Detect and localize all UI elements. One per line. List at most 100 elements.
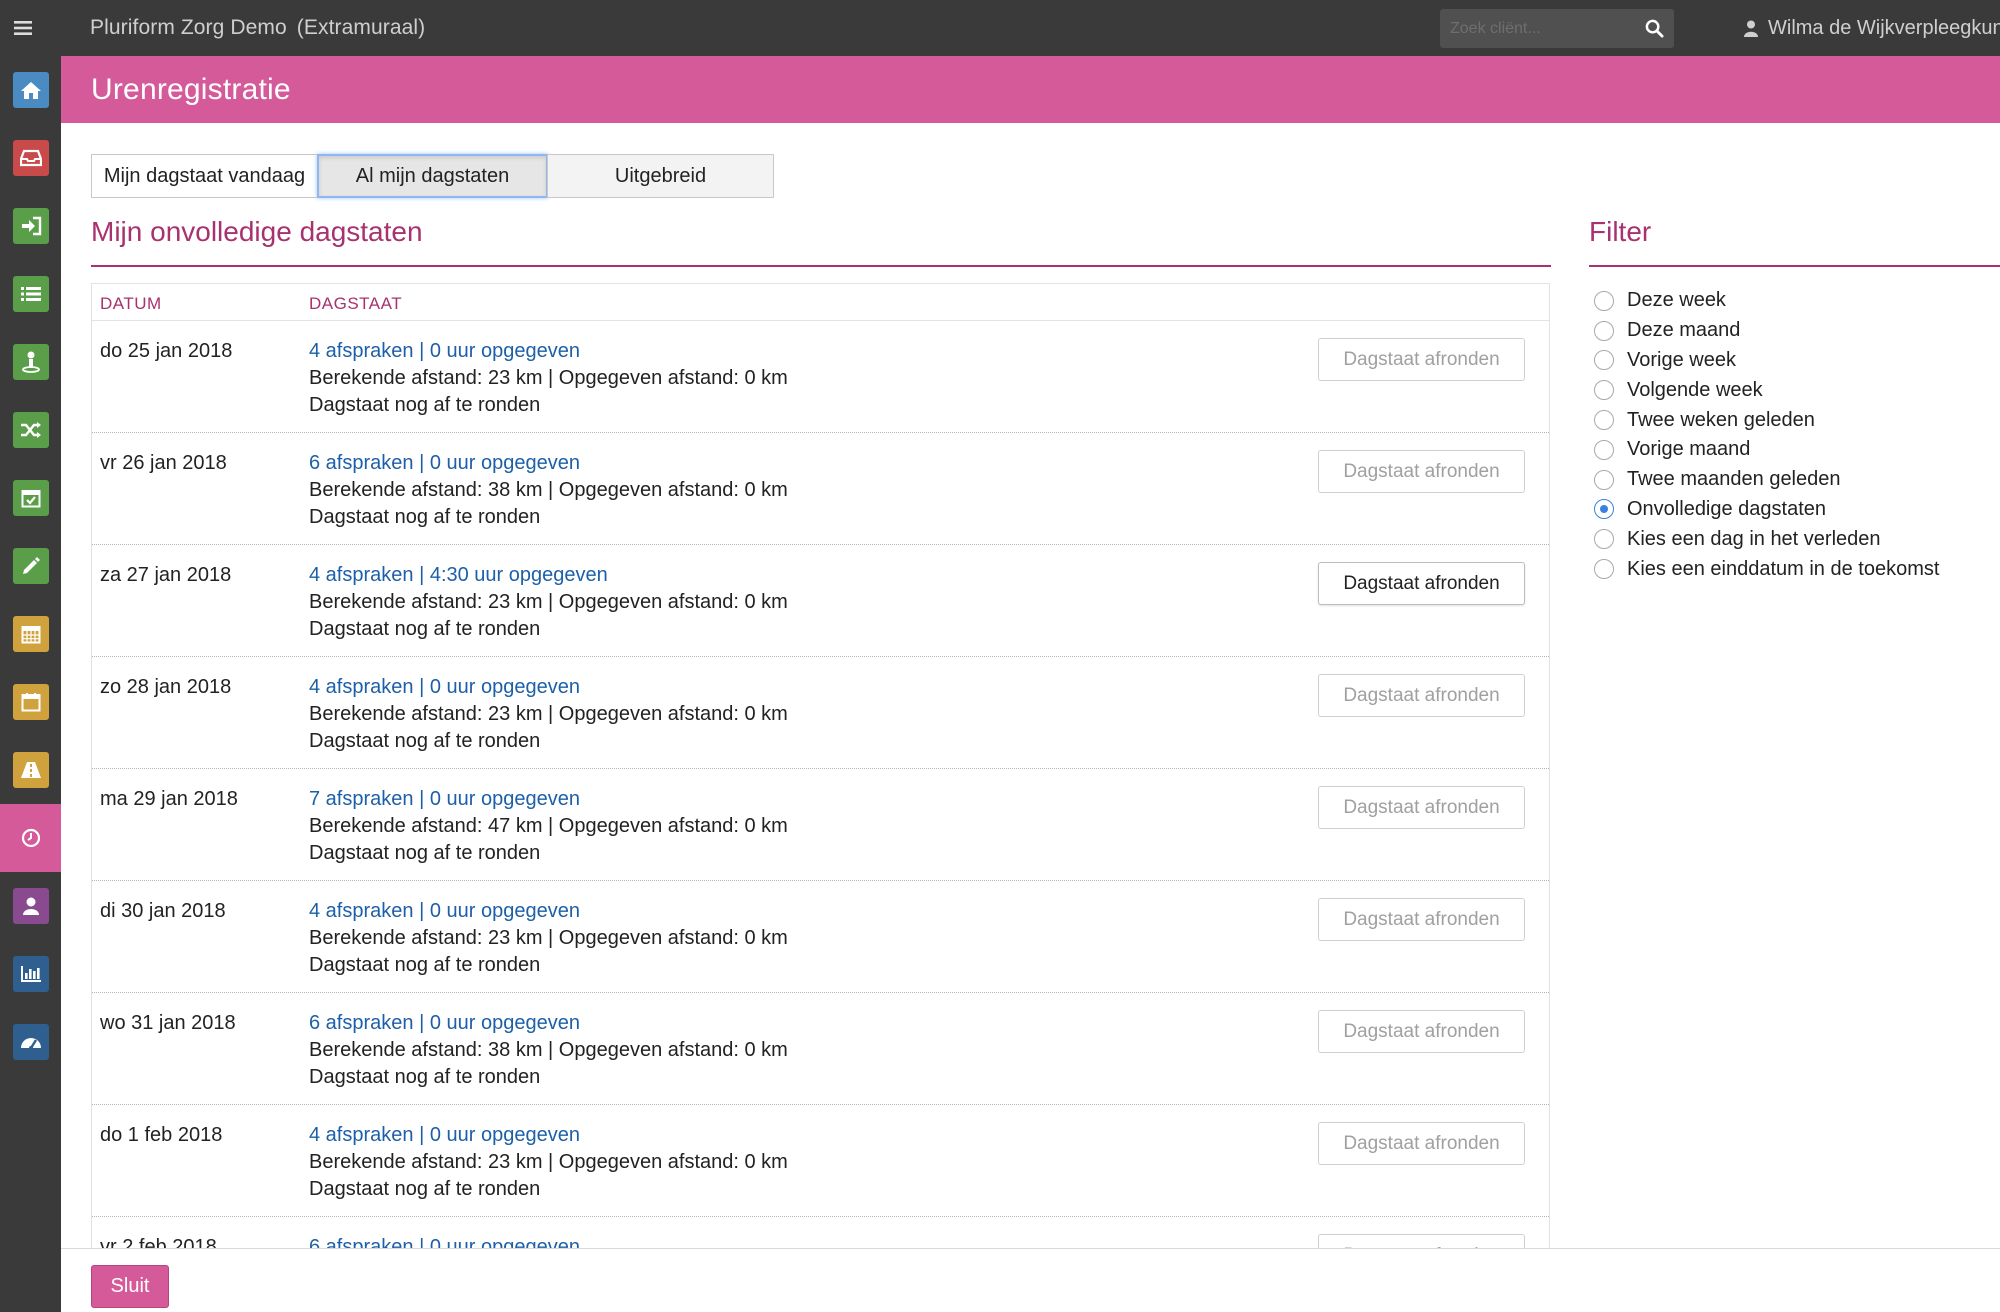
app-name: Pluriform Zorg Demo <box>90 16 287 39</box>
dagstaat-afronden-button[interactable]: Dagstaat afronden <box>1318 1010 1525 1053</box>
page-header: Urenregistratie <box>61 56 2000 123</box>
dagstaten-table: DATUM DAGSTAAT do 25 jan 2018 4 afspraken… <box>91 283 1550 1250</box>
filter-options: Deze week Deze maand Vorige week Volgende w… <box>1594 286 1939 584</box>
column-header-datum: DATUM <box>100 294 162 313</box>
filter-option-label: Vorige maand <box>1627 438 1751 461</box>
filter-title: Filter <box>1589 216 1652 247</box>
sidebar-item-route[interactable] <box>0 736 61 804</box>
row-status: Dagstaat nog af te ronden <box>309 506 541 528</box>
sidebar-item-list[interactable] <box>0 260 61 328</box>
sidebar-item-edit[interactable] <box>0 532 61 600</box>
radio-button[interactable] <box>1594 559 1614 580</box>
row-summary-link[interactable]: 4 afspraken | 0 uur opgegeven <box>309 676 580 699</box>
user-menu[interactable]: Wilma de Wijkverpleegkundige <box>1744 0 2000 56</box>
filter-option[interactable]: Deze week <box>1594 286 1939 316</box>
row-date: wo 31 jan 2018 <box>100 1012 236 1034</box>
dagstaat-afronden-button[interactable]: Dagstaat afronden <box>1318 562 1525 605</box>
person-pin-icon <box>12 344 49 380</box>
filter-option[interactable]: Volgende week <box>1594 375 1939 405</box>
radio-button[interactable] <box>1594 290 1614 311</box>
home-icon <box>12 72 49 108</box>
dagstaat-afronden-button[interactable]: Dagstaat afronden <box>1318 898 1525 941</box>
filter-option[interactable]: Vorige maand <box>1594 435 1939 465</box>
hamburger-menu-button[interactable] <box>0 0 46 56</box>
view-tabs: Mijn dagstaat vandaag Al mijn dagstaten … <box>91 154 774 198</box>
sidebar-item-sign-in[interactable] <box>0 192 61 260</box>
dagstaat-afronden-button[interactable]: Dagstaat afronden <box>1318 674 1525 717</box>
row-distance: Berekende afstand: 38 km | Opgegeven afs… <box>309 479 788 501</box>
sidebar-item-tasks[interactable] <box>0 464 61 532</box>
sidebar-item-location[interactable] <box>0 328 61 396</box>
search-icon[interactable] <box>1645 19 1664 43</box>
row-summary-link[interactable]: 6 afspraken | 0 uur opgegeven <box>309 1012 580 1035</box>
radio-button[interactable] <box>1594 380 1614 401</box>
dagstaat-afronden-button[interactable]: Dagstaat afronden <box>1318 450 1525 493</box>
row-summary-link[interactable]: 4 afspraken | 0 uur opgegeven <box>309 900 580 923</box>
radio-button[interactable] <box>1594 469 1614 490</box>
radio-button[interactable] <box>1594 350 1614 371</box>
table-row: vr 2 feb 2018 6 afspraken | 0 uur opgegev… <box>92 1217 1549 1250</box>
row-summary-link[interactable]: 6 afspraken | 0 uur opgegeven <box>309 452 580 475</box>
filter-option[interactable]: Twee weken geleden <box>1594 405 1939 435</box>
filter-option[interactable]: Deze maand <box>1594 316 1939 346</box>
table-row: vr 26 jan 2018 6 afspraken | 0 uur opgege… <box>92 433 1549 545</box>
filter-option-label: Kies een einddatum in de toekomst <box>1627 557 1940 580</box>
row-date: vr 26 jan 2018 <box>100 452 227 474</box>
radio-button[interactable] <box>1594 499 1614 520</box>
filter-option-label: Vorige week <box>1627 348 1736 371</box>
row-summary-link[interactable]: 4 afspraken | 0 uur opgegeven <box>309 340 580 363</box>
filter-option[interactable]: Kies een dag in het verleden <box>1594 524 1939 554</box>
tab-mijn-dagstaat-vandaag[interactable]: Mijn dagstaat vandaag <box>91 154 318 198</box>
radio-button[interactable] <box>1594 410 1614 431</box>
table-header: DATUM DAGSTAAT <box>92 284 1549 321</box>
radio-button[interactable] <box>1594 529 1614 550</box>
dashboard-icon <box>12 1024 49 1060</box>
row-status: Dagstaat nog af te ronden <box>309 394 541 416</box>
client-search <box>1440 9 1674 48</box>
radio-button[interactable] <box>1594 320 1614 341</box>
row-summary-link[interactable]: 4 afspraken | 4:30 uur opgegeven <box>309 564 608 587</box>
tab-uitgebreid[interactable]: Uitgebreid <box>547 154 774 198</box>
client-search-input[interactable] <box>1440 9 1630 48</box>
row-date: zo 28 jan 2018 <box>100 676 232 698</box>
table-row: zo 28 jan 2018 4 afspraken | 0 uur opgege… <box>92 657 1549 769</box>
filter-option[interactable]: Kies een einddatum in de toekomst <box>1594 554 1939 584</box>
dagstaat-afronden-button[interactable]: Dagstaat afronden <box>1318 786 1525 829</box>
filter-option[interactable]: Vorige week <box>1594 346 1939 376</box>
dagstaat-afronden-button[interactable]: Dagstaat afronden <box>1318 1122 1525 1165</box>
app-title: Pluriform Zorg Demo (Extramuraal) <box>90 16 425 40</box>
section-divider <box>91 265 1551 267</box>
filter-option[interactable]: Twee maanden geleden <box>1594 465 1939 495</box>
calendar-grid-icon <box>12 616 49 652</box>
close-button[interactable]: Sluit <box>91 1265 169 1308</box>
row-status: Dagstaat nog af te ronden <box>309 1066 541 1088</box>
sidebar-item-reports[interactable] <box>0 940 61 1008</box>
row-date: za 27 jan 2018 <box>100 564 232 586</box>
sidebar-item-profile[interactable] <box>0 872 61 940</box>
filter-divider <box>1589 265 2000 267</box>
column-header-dagstaat: DAGSTAAT <box>309 294 403 313</box>
row-summary-link[interactable]: 7 afspraken | 0 uur opgegeven <box>309 788 580 811</box>
row-distance: Berekende afstand: 23 km | Opgegeven afs… <box>309 703 788 725</box>
row-distance: Berekende afstand: 23 km | Opgegeven afs… <box>309 591 788 613</box>
sidebar-item-agenda[interactable] <box>0 668 61 736</box>
filter-option[interactable]: Onvolledige dagstaten <box>1594 495 1939 525</box>
pencil-icon <box>12 548 49 584</box>
table-body: do 25 jan 2018 4 afspraken | 0 uur opgege… <box>92 321 1549 1250</box>
dagstaat-afronden-button[interactable]: Dagstaat afronden <box>1318 338 1525 381</box>
sidebar-item-urenregistratie[interactable] <box>0 804 61 872</box>
tab-al-mijn-dagstaten[interactable]: Al mijn dagstaten <box>317 154 548 198</box>
sidebar-item-inbox[interactable] <box>0 124 61 192</box>
list-icon <box>12 276 49 312</box>
app-context: (Extramuraal) <box>296 16 426 39</box>
sidebar-item-home[interactable] <box>0 56 61 124</box>
table-row: ma 29 jan 2018 7 afspraken | 0 uur opgege… <box>92 769 1549 881</box>
radio-button[interactable] <box>1594 439 1614 460</box>
row-summary-link[interactable]: 4 afspraken | 0 uur opgegeven <box>309 1124 580 1147</box>
row-distance: Berekende afstand: 23 km | Opgegeven afs… <box>309 1151 788 1173</box>
sidebar-item-shuffle[interactable] <box>0 396 61 464</box>
sidebar-item-planning[interactable] <box>0 600 61 668</box>
filter-option-label: Onvolledige dagstaten <box>1627 497 1827 520</box>
user-icon <box>1744 20 1758 37</box>
sidebar-item-dashboard[interactable] <box>0 1008 61 1076</box>
